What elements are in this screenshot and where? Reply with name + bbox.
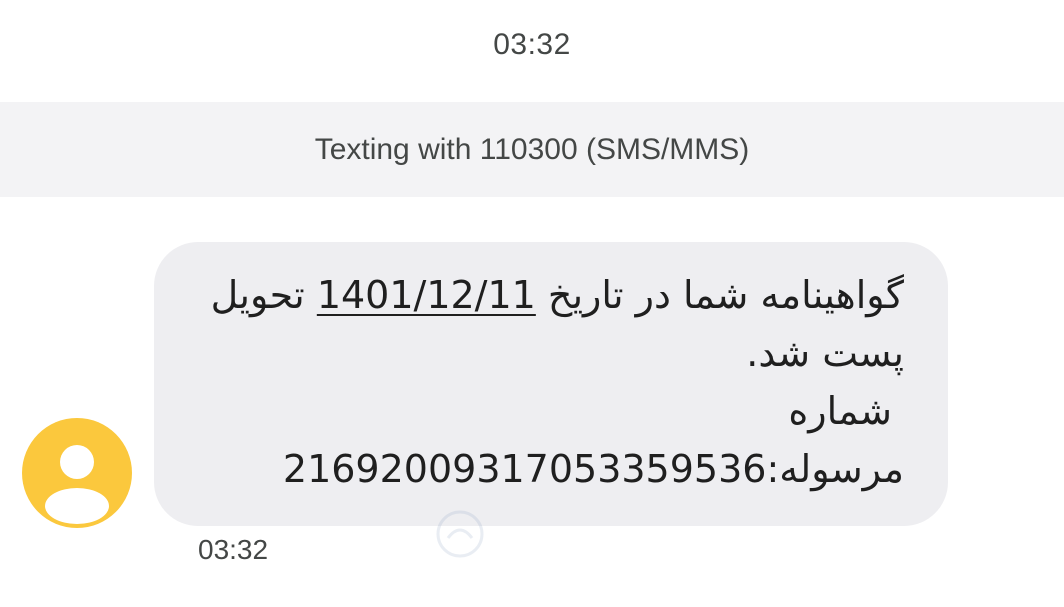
sender-avatar[interactable] (22, 418, 132, 528)
banner-text: Texting with 110300 (SMS/MMS) (314, 132, 750, 166)
message-line-2: پست شد. (746, 331, 904, 375)
message-date-link[interactable]: 1401/12/11 (317, 273, 536, 317)
conversation-time-header: 03:32 (493, 28, 571, 61)
message-timestamp: 03:32 (198, 534, 269, 565)
conversation-screen: 03:32 Texting with 110300 (SMS/MMS) گواه… (0, 0, 1064, 607)
message-text: گواهینامه شما در تاریخ 1401/12/11 تحویل … (184, 266, 904, 498)
message-bubble[interactable]: گواهینامه شما در تاریخ 1401/12/11 تحویل … (154, 242, 948, 558)
message-line-4: مرسوله:216920093170533595‎36 (282, 447, 904, 491)
message-line-1-end: تحویل (210, 273, 317, 317)
message-line-1-start: گواهینامه شما در تاریخ (535, 273, 904, 317)
message-line-3: شماره (788, 389, 892, 433)
watermark-icon (436, 510, 484, 558)
message-line-1: گواهینامه شما در تاریخ 1401/12/11 تحویل (184, 266, 904, 324)
conversation-banner: Texting with 110300 (SMS/MMS) (0, 102, 1064, 197)
person-icon (45, 445, 109, 524)
